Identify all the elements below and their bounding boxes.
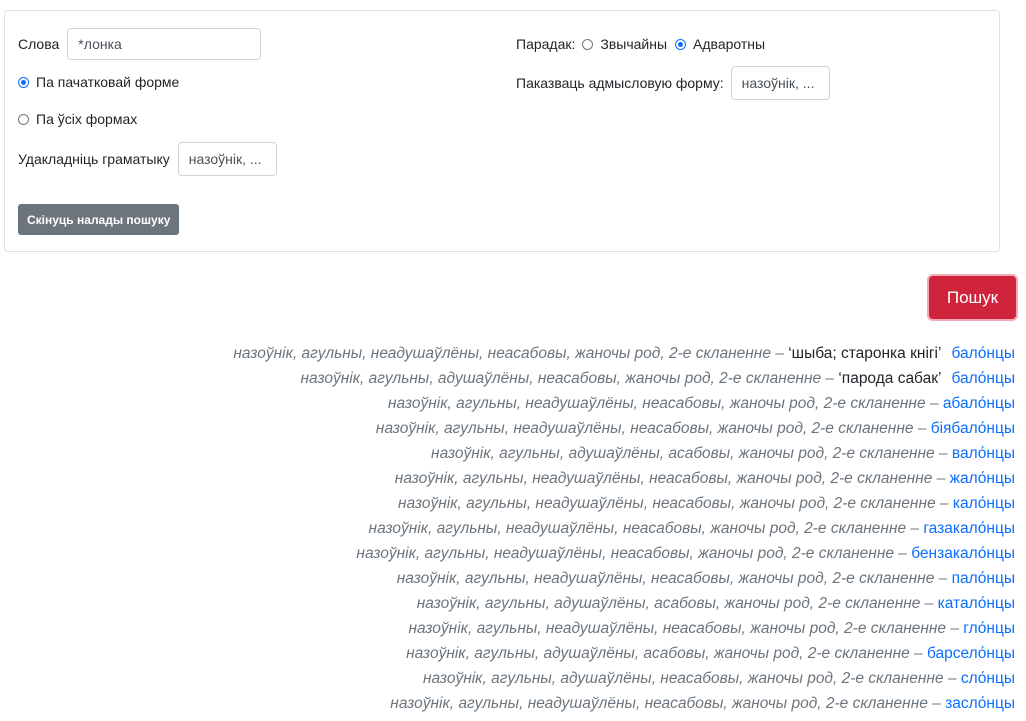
grammar-label: Удакладніць граматыку [18,151,170,167]
result-row: назоўнік, агульны, адушаўлёны, асабовы, … [233,641,1015,666]
result-meaning: ‘парода сабак’ [838,370,942,387]
result-row: назоўнік, агульны, адушаўлёны, неасабовы… [233,666,1015,691]
special-form-group: Паказваць адмысловую форму: назоўнік, ..… [516,66,830,100]
radio-all-forms[interactable]: Па ўсіх формах [18,111,137,127]
result-word-link[interactable]: абало́нцы [943,395,1015,412]
result-word-link[interactable]: газакало́нцы [923,520,1015,537]
radio-unchecked-icon[interactable] [18,113,29,125]
result-row: назоўнік, агульны, неадушаўлёны, неасабо… [233,416,1015,441]
result-grammar: назоўнік, агульны, неадушаўлёны, неасабо… [408,620,964,637]
result-word-link[interactable]: бензакало́нцы [911,545,1015,562]
result-word-link[interactable]: біябало́нцы [931,420,1015,437]
result-grammar: назоўнік, агульны, неадушаўлёны, неасабо… [356,545,912,562]
word-input[interactable]: *лонка [67,28,262,60]
result-grammar: назоўнік, агульны, неадушаўлёны, неасабо… [398,495,953,512]
result-grammar: назоўнік, агульны, адушаўлёны, неасабовы… [300,370,839,387]
radio-order-normal[interactable] [582,38,594,50]
result-row: назоўнік, агульны, неадушаўлёны, неасабо… [233,491,1015,516]
word-field-group: Слова *лонка [18,28,262,60]
result-word-link[interactable]: засло́нцы [945,695,1015,712]
result-row: назоўнік, агульны, адушаўлёны, асабовы, … [233,441,1015,466]
result-word-link[interactable]: гло́нцы [963,620,1015,637]
reset-search-button[interactable]: Скінуць налады пошуку [18,204,180,235]
order-label: Парадак: [516,36,576,52]
result-row: назоўнік, агульны, неадушаўлёны, неасабо… [233,341,1015,366]
order-group: Парадак: Звычайны Адваротны [516,36,765,52]
result-word-link[interactable]: барсело́нцы [927,645,1015,662]
result-grammar: назоўнік, агульны, неадушаўлёны, неасабо… [394,470,950,487]
radio-order-reverse[interactable] [675,38,687,50]
result-grammar: назоўнік, агульны, адушаўлёны, асабовы, … [406,645,927,662]
special-form-select[interactable]: назоўнік, ... [730,66,830,100]
search-button[interactable]: Пошук [929,276,1016,319]
result-row: назоўнік, агульны, неадушаўлёны, неасабо… [233,391,1015,416]
result-grammar: назоўнік, агульны, неадушаўлёны, неасабо… [368,520,924,537]
results-list: назоўнік, агульны, неадушаўлёны, неасабо… [233,341,1015,716]
result-word-link[interactable]: сло́нцы [961,670,1015,687]
result-row: назоўнік, агульны, неадушаўлёны, неасабо… [233,466,1015,491]
result-grammar: назоўнік, агульны, адушаўлёны, асабовы, … [416,595,938,612]
result-row: назоўнік, агульны, неадушаўлёны, неасабо… [233,566,1015,591]
result-word-link[interactable]: вало́нцы [952,445,1015,462]
grammar-field-group: Удакладніць граматыку назоўнік, ... [18,142,277,176]
order-reverse-label: Адваротны [693,36,766,52]
result-row: назоўнік, агульны, неадушаўлёны, неасабо… [233,516,1015,541]
result-grammar: назоўнік, агульны, неадушаўлёны, неасабо… [233,345,789,362]
result-row: назоўнік, агульны, неадушаўлёны, неасабо… [233,616,1015,641]
result-meaning: ‘шыба; старонка кнігі’ [788,345,942,362]
result-grammar: назоўнік, агульны, адушаўлёны, асабовы, … [431,445,952,462]
result-row: назоўнік, агульны, неадушаўлёны, неасабо… [233,541,1015,566]
result-grammar: назоўнік, агульны, неадушаўлёны, неасабо… [390,695,946,712]
result-word-link[interactable]: жало́нцы [950,470,1015,487]
result-row: назоўнік, агульны, адушаўлёны, неасабовы… [233,366,1015,391]
result-word-link[interactable]: бало́нцы [951,370,1015,387]
radio-lemma[interactable]: Па пачатковай форме [18,74,179,90]
result-word-link[interactable]: бало́нцы [951,345,1015,362]
result-grammar: назоўнік, агульны, неадушаўлёны, неасабо… [388,395,943,412]
result-row: назоўнік, агульны, адушаўлёны, асабовы, … [233,591,1015,616]
order-normal-label: Звычайны [600,36,668,52]
result-word-link[interactable]: пало́нцы [952,570,1015,587]
radio-all-forms-label: Па ўсіх формах [36,111,138,127]
word-label: Слова [18,36,60,52]
radio-checked-icon[interactable] [18,76,29,88]
result-grammar: назоўнік, агульны, неадушаўлёны, неасабо… [375,420,931,437]
special-form-label: Паказваць адмысловую форму: [516,75,724,91]
result-grammar: назоўнік, агульны, неадушаўлёны, неасабо… [396,570,952,587]
result-word-link[interactable]: катало́нцы [938,595,1015,612]
radio-lemma-label: Па пачатковай форме [36,74,180,90]
result-row: назоўнік, агульны, неадушаўлёны, неасабо… [233,691,1015,716]
result-grammar: назоўнік, агульны, адушаўлёны, неасабовы… [423,670,961,687]
grammar-select[interactable]: назоўнік, ... [177,142,277,176]
result-word-link[interactable]: кало́нцы [953,495,1015,512]
